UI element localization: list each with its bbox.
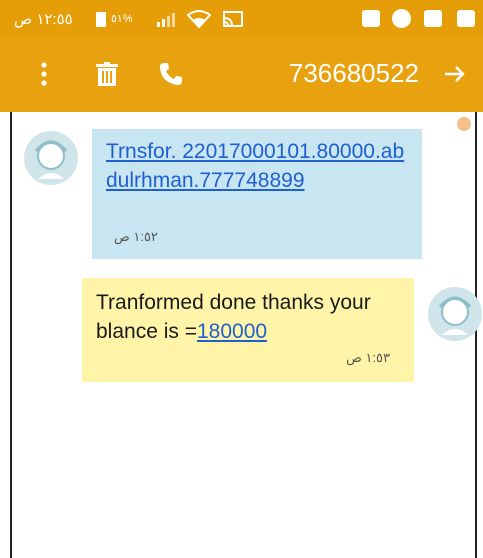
user-avatar[interactable] (428, 287, 482, 341)
contact-avatar[interactable] (24, 131, 78, 185)
status-bar: ١٢:٥٥ ص %٥١ (0, 0, 483, 38)
forward-arrow-icon[interactable] (443, 62, 467, 91)
outgoing-message-bubble[interactable]: Tranformed done thanks your blance is =1… (82, 278, 414, 382)
trash-icon[interactable] (96, 62, 118, 91)
phone-icon[interactable] (159, 62, 183, 91)
conversation-toolbar: 736680522 (0, 38, 483, 112)
cast-icon (222, 10, 244, 33)
mail-icon (424, 10, 442, 27)
incoming-message-bubble[interactable]: Trnsfor. 22017000101.80000.abdulrhman.77… (92, 129, 422, 259)
battery-percent: %٥١ (111, 13, 133, 25)
vpn-key-icon (362, 10, 380, 27)
wifi-icon (186, 10, 212, 33)
left-edge-divider (10, 112, 12, 558)
video-icon (457, 10, 475, 27)
signal-icon (156, 11, 178, 32)
contact-number: 736680522 (288, 58, 419, 88)
message-link[interactable]: Trnsfor. 22017000101.80000.abdulrhman.77… (106, 140, 404, 192)
message-time: ١:٥٣ ص (346, 350, 390, 365)
status-time: ١٢:٥٥ ص (14, 11, 73, 28)
message-time: ١:٥٢ ص (114, 229, 158, 244)
message-list[interactable]: Trnsfor. 22017000101.80000.abdulrhman.77… (0, 112, 483, 558)
more-vert-icon[interactable] (41, 62, 47, 91)
corner-indicator (457, 117, 471, 131)
message-link[interactable]: 180000 (197, 320, 267, 343)
messenger-icon (392, 9, 411, 28)
battery-icon (96, 12, 106, 27)
